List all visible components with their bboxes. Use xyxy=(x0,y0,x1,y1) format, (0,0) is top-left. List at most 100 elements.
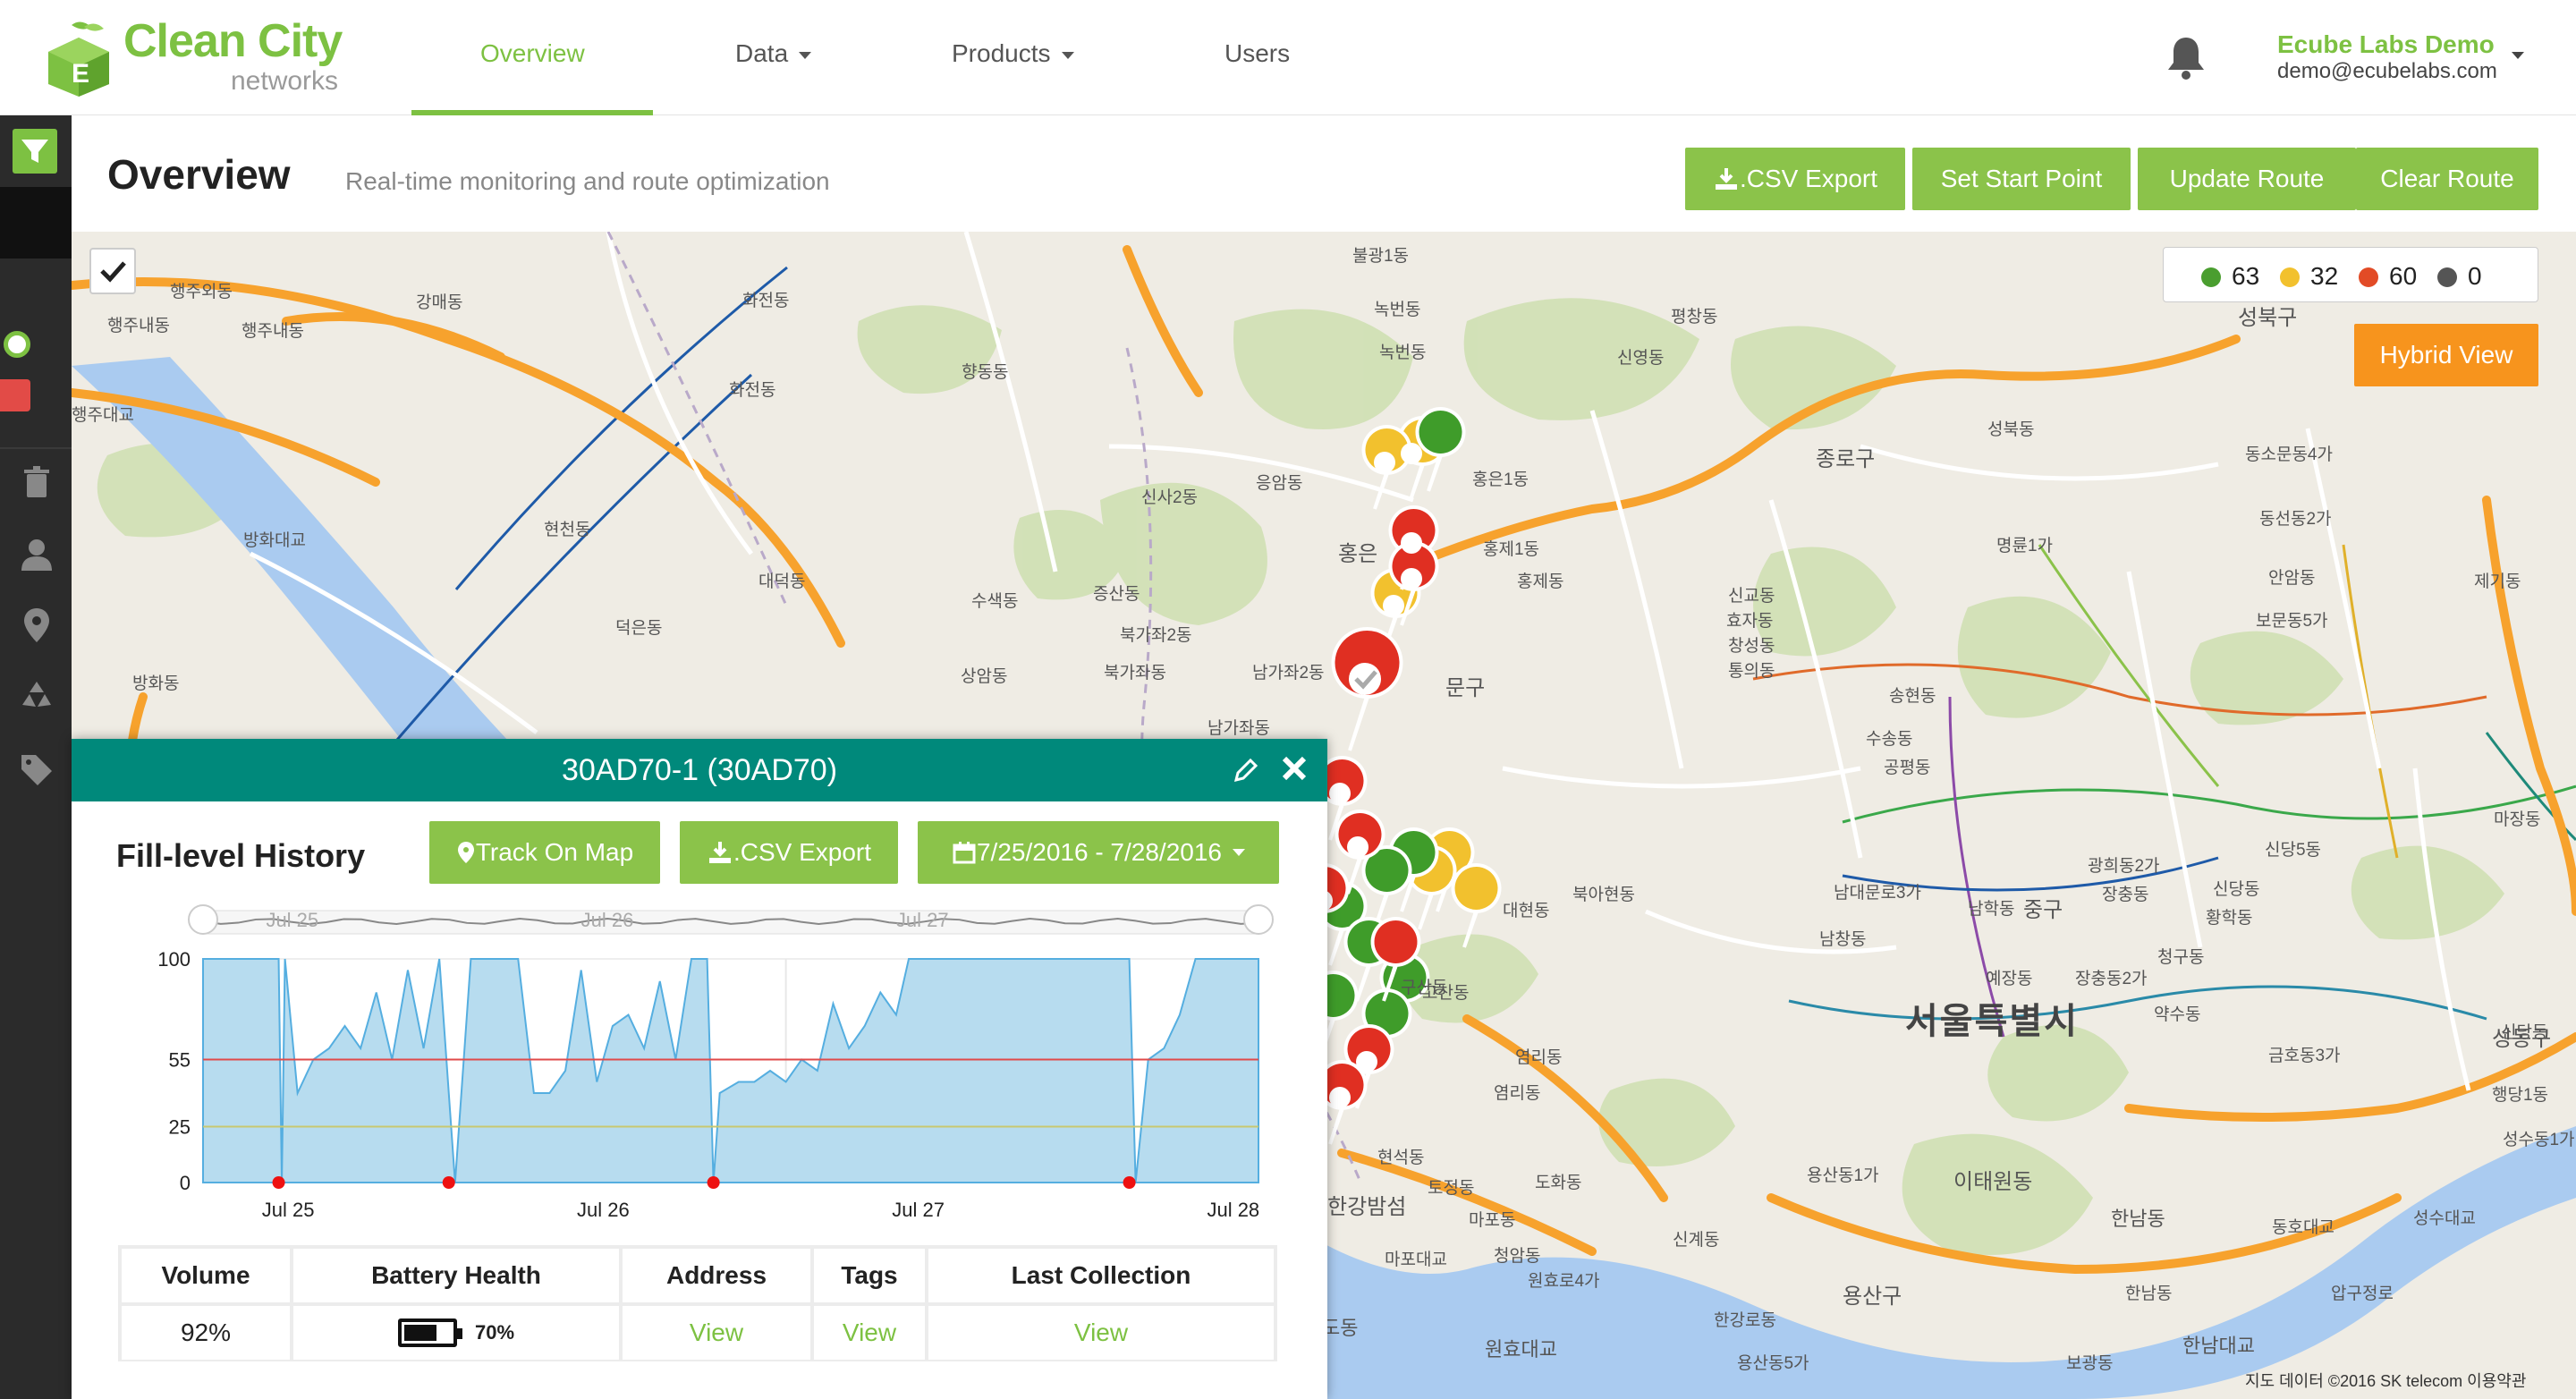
recycle-icon[interactable] xyxy=(18,678,55,716)
map-label: 용산구 xyxy=(1843,1285,1902,1309)
map-label: 광희동2가 xyxy=(2088,857,2160,876)
sidebar-toggle[interactable] xyxy=(4,331,30,358)
pencil-icon[interactable] xyxy=(1231,755,1261,785)
history-title: Fill-level History xyxy=(116,837,366,874)
map-label: 청암동 xyxy=(1494,1247,1541,1266)
user-email: demo@ecubelabs.com xyxy=(2277,59,2497,83)
map-label: 대덕동 xyxy=(758,572,806,591)
navigator-label: Jul 27 xyxy=(896,909,949,931)
map-label: 행주대교 xyxy=(72,406,134,425)
bell-icon[interactable] xyxy=(2166,36,2206,81)
map-label: 안암동 xyxy=(2268,569,2316,588)
map-label: 마포동 xyxy=(1469,1211,1516,1230)
chevron-down-icon xyxy=(1233,849,1245,856)
map-label: 신당동 xyxy=(2213,880,2260,899)
track-on-map-button[interactable]: Track On Map xyxy=(429,821,660,884)
map-label: 한남동 xyxy=(2111,1208,2165,1230)
set-start-label: Set Start Point xyxy=(1940,165,2103,192)
legend-green-dot xyxy=(2201,267,2221,287)
map-label: 금호동3가 xyxy=(2268,1047,2341,1065)
x-tick-label: Jul 27 xyxy=(892,1199,945,1221)
map-label: 동선동2가 xyxy=(2259,510,2332,529)
map-label: 증산동 xyxy=(1093,585,1140,604)
user-menu-chevron-icon[interactable] xyxy=(2512,52,2524,59)
filter-button[interactable] xyxy=(13,129,57,174)
map-label: 황학동 xyxy=(2206,909,2253,928)
chart-navigator xyxy=(202,910,1259,935)
map-label: 용산동5가 xyxy=(1737,1354,1809,1373)
select-all-button[interactable] xyxy=(89,248,136,294)
map-label: 강매동 xyxy=(416,293,463,312)
update-route-button[interactable]: Update Route xyxy=(2138,148,2356,210)
map-label: 동호대교 xyxy=(2272,1218,2334,1237)
map-label: 홍은1동 xyxy=(1472,471,1530,489)
legend-green-count: 63 xyxy=(2232,262,2260,290)
map-label: 효자동 xyxy=(1726,612,1774,631)
hybrid-view-button[interactable]: Hybrid View xyxy=(2354,324,2538,386)
map-copyright: 지도 데이터 ©2016 SK telecom 이용약관 xyxy=(2245,1372,2527,1390)
user-name[interactable]: Ecube Labs Demo xyxy=(2277,30,2495,59)
sidebar-alert-tab[interactable] xyxy=(0,379,30,411)
map-label: 신당5동 xyxy=(2265,841,2322,860)
nav-overview[interactable]: Overview xyxy=(480,39,585,68)
chevron-down-icon xyxy=(1061,51,1074,59)
map-pin-icon[interactable] xyxy=(18,606,55,644)
map-label: 성수동1가 xyxy=(2503,1131,2575,1149)
nav-data[interactable]: Data xyxy=(735,39,812,68)
date-range-label: 7/25/2016 - 7/28/2016 xyxy=(976,838,1222,866)
nav-overview-label: Overview xyxy=(480,39,585,67)
panel-csv-export-button[interactable]: .CSV Export xyxy=(680,821,898,884)
address-view-link[interactable]: View xyxy=(623,1306,810,1360)
trash-icon[interactable] xyxy=(18,463,55,501)
map-label: 현석동 xyxy=(1377,1149,1425,1167)
page-subtitle: Real-time monitoring and route optimizat… xyxy=(345,167,830,195)
map-label: 신사2동 xyxy=(1141,488,1199,507)
update-route-label: Update Route xyxy=(2169,165,2325,192)
map-label: 원효대교 xyxy=(1485,1338,1557,1361)
navigator-left-handle xyxy=(188,904,218,935)
clear-route-button[interactable]: Clear Route xyxy=(2356,148,2538,210)
map-label: 신교동 xyxy=(1728,587,1775,606)
map-label: 북아현동 xyxy=(1572,886,1635,904)
map-label: 동소문동4가 xyxy=(2245,445,2333,464)
map-label: 보문동5가 xyxy=(2256,612,2328,631)
map-label: 행주내동 xyxy=(242,322,304,341)
map-label: 대현동 xyxy=(1503,902,1550,920)
last-collection-view-link[interactable]: View xyxy=(928,1306,1274,1360)
x-tick-label: Jul 28 xyxy=(1207,1199,1259,1221)
map-label: 수송동 xyxy=(1866,730,1913,749)
y-tick-label: 55 xyxy=(169,1049,191,1072)
collection-point xyxy=(1123,1176,1136,1189)
tag-icon[interactable] xyxy=(18,750,55,787)
nav-users[interactable]: Users xyxy=(1224,39,1290,68)
date-range-picker[interactable]: 7/25/2016 - 7/28/2016 xyxy=(918,821,1279,884)
fill-level-chart[interactable]: Jul 25 Jul 26 Jul 27 0 25 55 100 Jul 25 Jul 26 Ju… xyxy=(125,903,1288,1225)
map-label: 청구동 xyxy=(2157,948,2205,967)
download-icon xyxy=(1715,168,1737,190)
nav-products[interactable]: Products xyxy=(952,39,1074,68)
y-tick-label: 100 xyxy=(157,948,191,971)
y-tick-label: 0 xyxy=(180,1172,191,1194)
map-label: 북가좌2동 xyxy=(1120,626,1192,645)
map-label: 한강로동 xyxy=(1714,1311,1776,1330)
map-label: 압구정로 xyxy=(2331,1285,2394,1303)
user-icon[interactable] xyxy=(18,535,55,572)
set-start-point-button[interactable]: Set Start Point xyxy=(1912,148,2131,210)
map-label: 행주내동 xyxy=(107,317,170,335)
map-label: 염리동 xyxy=(1515,1048,1563,1067)
bin-markers[interactable] xyxy=(1299,407,1502,1145)
map-city-label: 서울특별시 xyxy=(1905,1002,2079,1041)
map-label: 공평동 xyxy=(1884,759,1931,777)
tags-view-link[interactable]: View xyxy=(814,1306,925,1360)
map-label: 신당동 xyxy=(2501,1023,2548,1042)
x-tick-label: Jul 25 xyxy=(262,1199,315,1221)
logo-icon[interactable]: E xyxy=(45,20,113,97)
map-label: 한강밤섬 xyxy=(1327,1195,1407,1219)
navigator-right-handle xyxy=(1243,904,1274,935)
map-label: 녹번동 xyxy=(1379,343,1427,362)
map-label: 홍제1동 xyxy=(1483,540,1540,559)
nav-data-label: Data xyxy=(735,39,789,67)
download-icon xyxy=(708,842,731,863)
close-icon[interactable] xyxy=(1277,751,1311,785)
csv-export-button[interactable]: .CSV Export xyxy=(1685,148,1905,210)
